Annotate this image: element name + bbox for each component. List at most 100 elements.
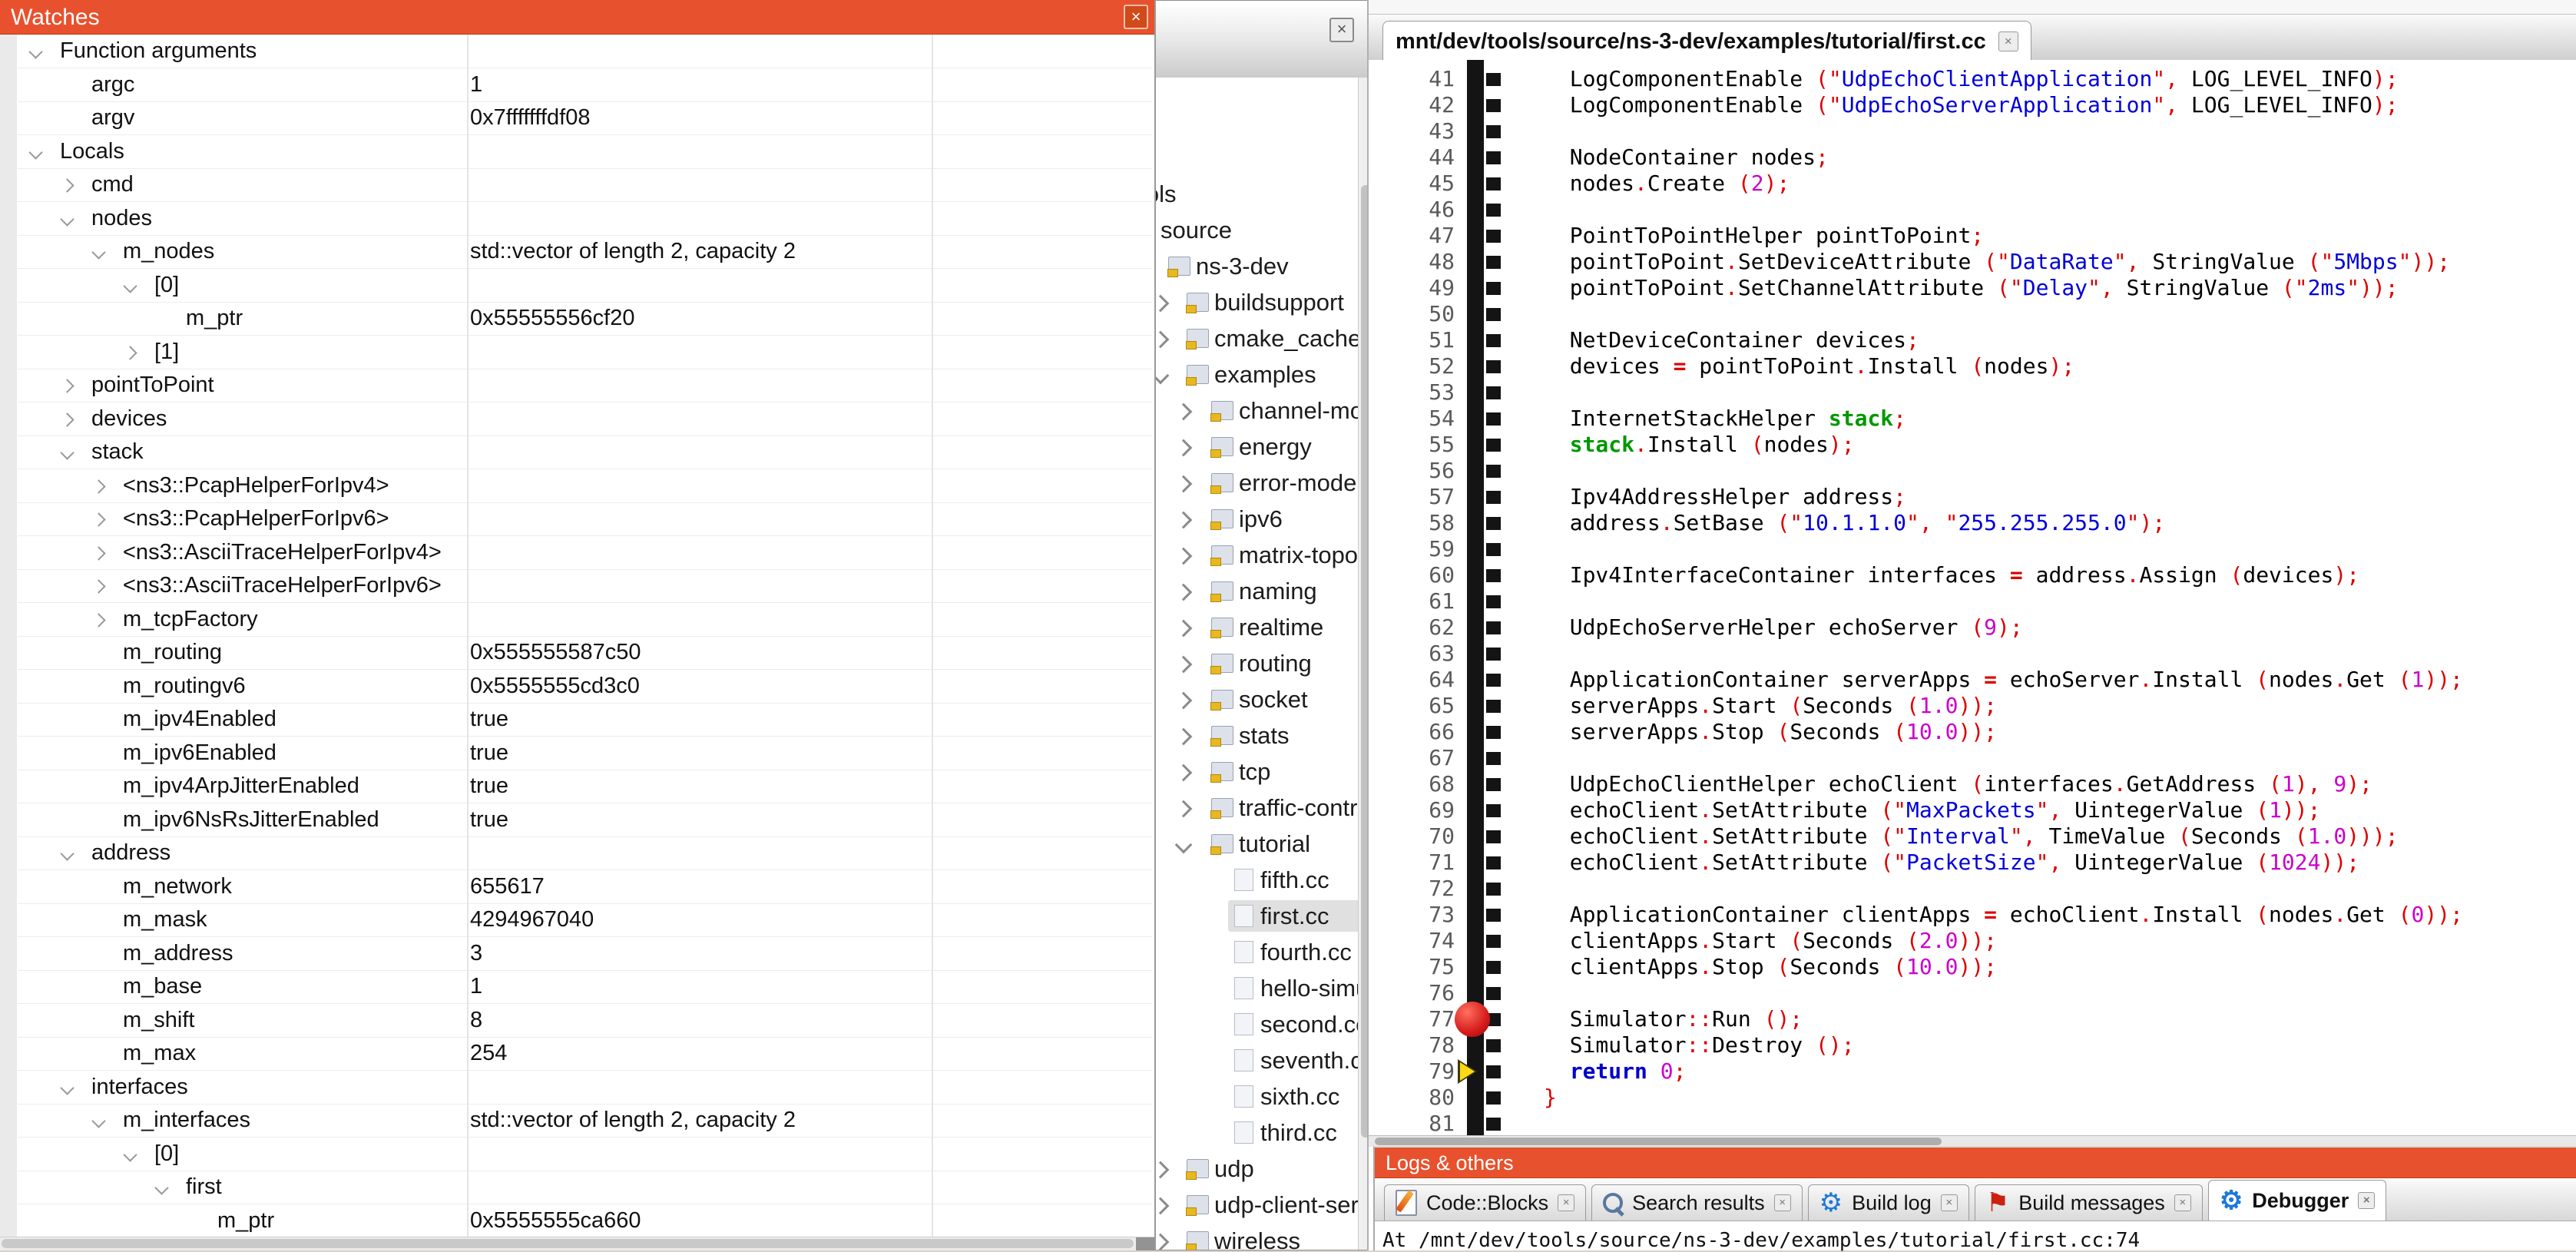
close-icon[interactable]: × <box>1998 31 2018 51</box>
expander-icon[interactable] <box>1175 475 1193 493</box>
expander-icon[interactable] <box>1175 512 1193 529</box>
code-area[interactable]: 41 LogComponentEnable ("UdpEchoClientApp… <box>1369 60 2576 1135</box>
expander-icon[interactable] <box>60 412 74 426</box>
code-line-74[interactable]: 74 clientApps.Start (Seconds (2.0)); <box>1369 928 2576 954</box>
code-line-78[interactable]: 78 Simulator::Destroy (); <box>1369 1032 2576 1058</box>
code-text[interactable]: devices = pointToPoint.Install (nodes); <box>1544 353 2074 379</box>
code-text[interactable]: Simulator::Run (); <box>1544 1006 1803 1032</box>
code-text[interactable]: PointToPointHelper pointToPoint; <box>1544 223 1984 249</box>
line-number[interactable]: 55 <box>1369 432 1455 458</box>
code-line-81[interactable]: 81 <box>1369 1111 2576 1135</box>
code-line-51[interactable]: 51 NetDeviceContainer devices; <box>1369 327 2576 353</box>
line-number[interactable]: 48 <box>1369 249 1455 275</box>
line-number[interactable]: 43 <box>1369 118 1455 144</box>
line-number[interactable]: 58 <box>1369 510 1455 536</box>
code-line-65[interactable]: 65 serverApps.Start (Seconds (1.0)); <box>1369 693 2576 719</box>
watch-row[interactable]: <ns3::AsciiTraceHelperForIpv4> <box>18 536 1152 570</box>
logs-tab-build-log[interactable]: ⚙Build log× <box>1808 1184 1969 1221</box>
expander-icon[interactable] <box>60 445 74 459</box>
close-icon[interactable]: × <box>1558 1194 1574 1211</box>
code-line-69[interactable]: 69 echoClient.SetAttribute ("MaxPackets"… <box>1369 797 2576 823</box>
watch-row[interactable]: <ns3::AsciiTraceHelperForIpv6> <box>18 569 1152 603</box>
watch-row[interactable]: m_routingv60x5555555cd3c0 <box>18 670 1152 704</box>
line-number[interactable]: 74 <box>1369 928 1455 954</box>
expander-icon[interactable] <box>1175 656 1193 674</box>
watch-row[interactable]: devices <box>18 402 1152 436</box>
expander-icon[interactable] <box>1175 728 1193 746</box>
line-number[interactable]: 79 <box>1369 1058 1455 1085</box>
watch-row[interactable]: <ns3::PcapHelperForIpv6> <box>18 502 1152 536</box>
code-line-61[interactable]: 61 <box>1369 588 2576 614</box>
code-line-53[interactable]: 53 <box>1369 379 2576 406</box>
line-number[interactable]: 59 <box>1369 536 1455 562</box>
code-line-49[interactable]: 49 pointToPoint.SetChannelAttribute ("De… <box>1369 275 2576 301</box>
code-line-55[interactable]: 55 stack.Install (nodes); <box>1369 432 2576 458</box>
code-line-66[interactable]: 66 serverApps.Stop (Seconds (10.0)); <box>1369 719 2576 745</box>
expander-icon[interactable] <box>91 579 105 593</box>
code-text[interactable]: address.SetBase ("10.1.1.0", "255.255.25… <box>1544 510 2165 536</box>
close-icon[interactable]: × <box>1941 1194 1958 1211</box>
line-number[interactable]: 52 <box>1369 353 1455 379</box>
line-number[interactable]: 71 <box>1369 850 1455 876</box>
watch-row[interactable]: <ns3::PcapHelperForIpv4> <box>18 469 1152 503</box>
expander-icon[interactable] <box>91 1114 105 1128</box>
watch-row[interactable]: [0] <box>18 1138 1152 1171</box>
code-line-73[interactable]: 73 ApplicationContainer clientApps = ech… <box>1369 902 2576 928</box>
code-line-80[interactable]: 80} <box>1369 1085 2576 1111</box>
watch-row[interactable]: cmd <box>18 168 1152 202</box>
line-number[interactable]: 63 <box>1369 641 1455 667</box>
line-number[interactable]: 68 <box>1369 771 1455 797</box>
line-number[interactable]: 50 <box>1369 301 1455 327</box>
watch-row[interactable]: m_base1 <box>18 970 1152 1004</box>
watch-row[interactable]: m_ipv4ArpJitterEnabledtrue <box>18 770 1152 803</box>
line-number[interactable]: 47 <box>1369 223 1455 249</box>
expander-icon[interactable] <box>91 613 105 627</box>
line-number[interactable]: 57 <box>1369 484 1455 510</box>
expander-icon[interactable] <box>1175 620 1193 638</box>
expander-icon[interactable] <box>91 512 105 526</box>
watch-row[interactable]: Locals <box>18 135 1152 169</box>
line-number[interactable]: 70 <box>1369 823 1455 850</box>
close-icon[interactable]: × <box>2358 1192 2375 1209</box>
line-number[interactable]: 75 <box>1369 954 1455 980</box>
expander-icon[interactable] <box>60 212 74 226</box>
code-text[interactable]: NodeContainer nodes; <box>1544 144 1829 171</box>
expander-icon[interactable] <box>91 245 105 259</box>
expander-icon[interactable] <box>1175 692 1193 710</box>
code-text[interactable]: clientApps.Start (Seconds (2.0)); <box>1544 928 1997 954</box>
expander-icon[interactable] <box>60 379 74 392</box>
code-text[interactable]: pointToPoint.SetDeviceAttribute ("DataRa… <box>1544 249 2450 275</box>
code-text[interactable]: clientApps.Stop (Seconds (10.0)); <box>1544 954 1997 980</box>
line-number[interactable]: 53 <box>1369 379 1455 406</box>
expander-icon[interactable] <box>123 279 137 293</box>
code-line-48[interactable]: 48 pointToPoint.SetDeviceAttribute ("Dat… <box>1369 249 2576 275</box>
watches-horizontal-scrollbar[interactable] <box>0 1237 1154 1250</box>
watch-row[interactable]: m_ptr0x5555555ca660 <box>18 1204 1152 1238</box>
code-text[interactable]: ApplicationContainer clientApps = echoCl… <box>1544 902 2463 928</box>
watch-row[interactable]: m_network655617 <box>18 870 1152 904</box>
watch-row[interactable]: m_shift8 <box>18 1004 1152 1038</box>
code-line-41[interactable]: 41 LogComponentEnable ("UdpEchoClientApp… <box>1369 66 2576 92</box>
line-number[interactable]: 62 <box>1369 614 1455 641</box>
line-number[interactable]: 78 <box>1369 1032 1455 1058</box>
code-line-45[interactable]: 45 nodes.Create (2); <box>1369 171 2576 197</box>
line-number[interactable]: 80 <box>1369 1085 1455 1111</box>
expander-icon[interactable] <box>60 846 74 860</box>
logs-tab-search-results[interactable]: Search results× <box>1591 1184 1803 1221</box>
expander-icon[interactable] <box>1175 836 1193 854</box>
code-text[interactable]: UdpEchoServerHelper echoServer (9); <box>1544 614 2023 641</box>
line-number[interactable]: 56 <box>1369 458 1455 484</box>
expander-icon[interactable] <box>1175 800 1193 818</box>
watch-row[interactable]: m_ptr0x55555556cf20 <box>18 302 1152 336</box>
watch-row[interactable]: pointToPoint <box>18 369 1152 402</box>
code-line-50[interactable]: 50 <box>1369 301 2576 327</box>
close-icon[interactable]: × <box>1329 18 1354 42</box>
code-text[interactable]: nodes.Create (2); <box>1544 171 1790 197</box>
line-number[interactable]: 49 <box>1369 275 1455 301</box>
line-number[interactable]: 64 <box>1369 667 1455 693</box>
code-text[interactable]: serverApps.Stop (Seconds (10.0)); <box>1544 719 1997 745</box>
code-line-59[interactable]: 59 <box>1369 536 2576 562</box>
code-text[interactable]: LogComponentEnable ("UdpEchoClientApplic… <box>1544 66 2399 92</box>
watch-row[interactable]: m_max254 <box>18 1037 1152 1071</box>
code-text[interactable]: echoClient.SetAttribute ("PacketSize", U… <box>1544 850 2359 876</box>
